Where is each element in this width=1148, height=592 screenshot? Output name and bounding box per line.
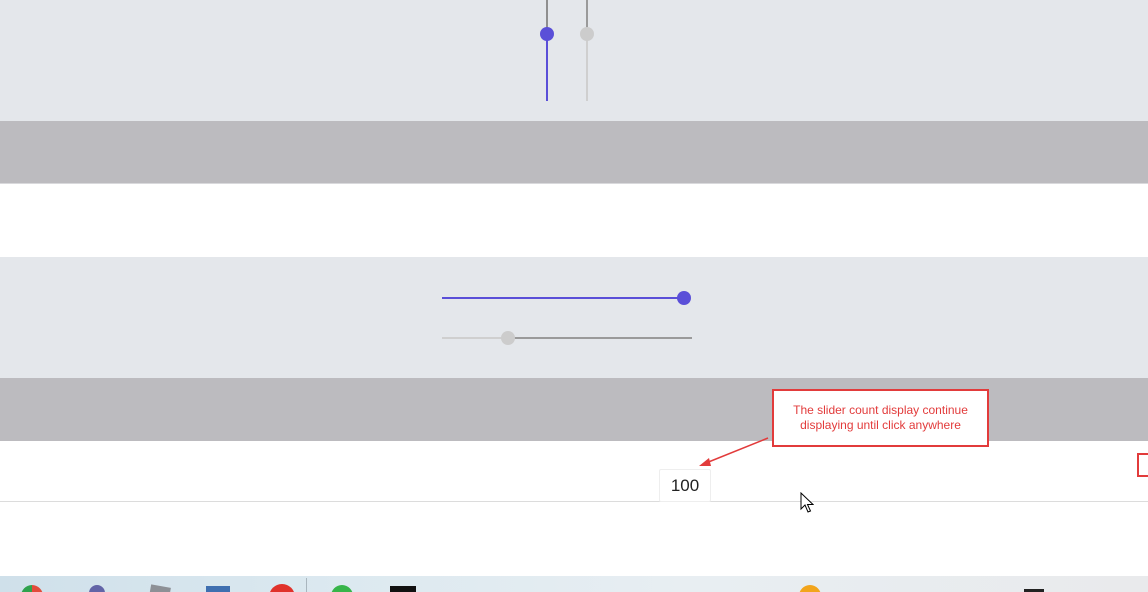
taskbar-separator <box>306 578 307 592</box>
taskbar <box>0 576 1148 592</box>
orange-app-icon[interactable] <box>799 585 821 592</box>
teams-icon[interactable] <box>89 585 105 592</box>
mouse-cursor-icon <box>800 492 814 513</box>
window-icon[interactable] <box>206 586 230 592</box>
pen-icon[interactable] <box>149 584 171 592</box>
annotation-arrow <box>699 437 769 466</box>
black-app-icon[interactable] <box>390 586 416 592</box>
annotation-box-partial <box>1137 453 1148 477</box>
red-app-icon[interactable] <box>269 584 295 592</box>
chrome-icon[interactable] <box>21 585 43 592</box>
green-app-icon[interactable] <box>331 585 353 592</box>
